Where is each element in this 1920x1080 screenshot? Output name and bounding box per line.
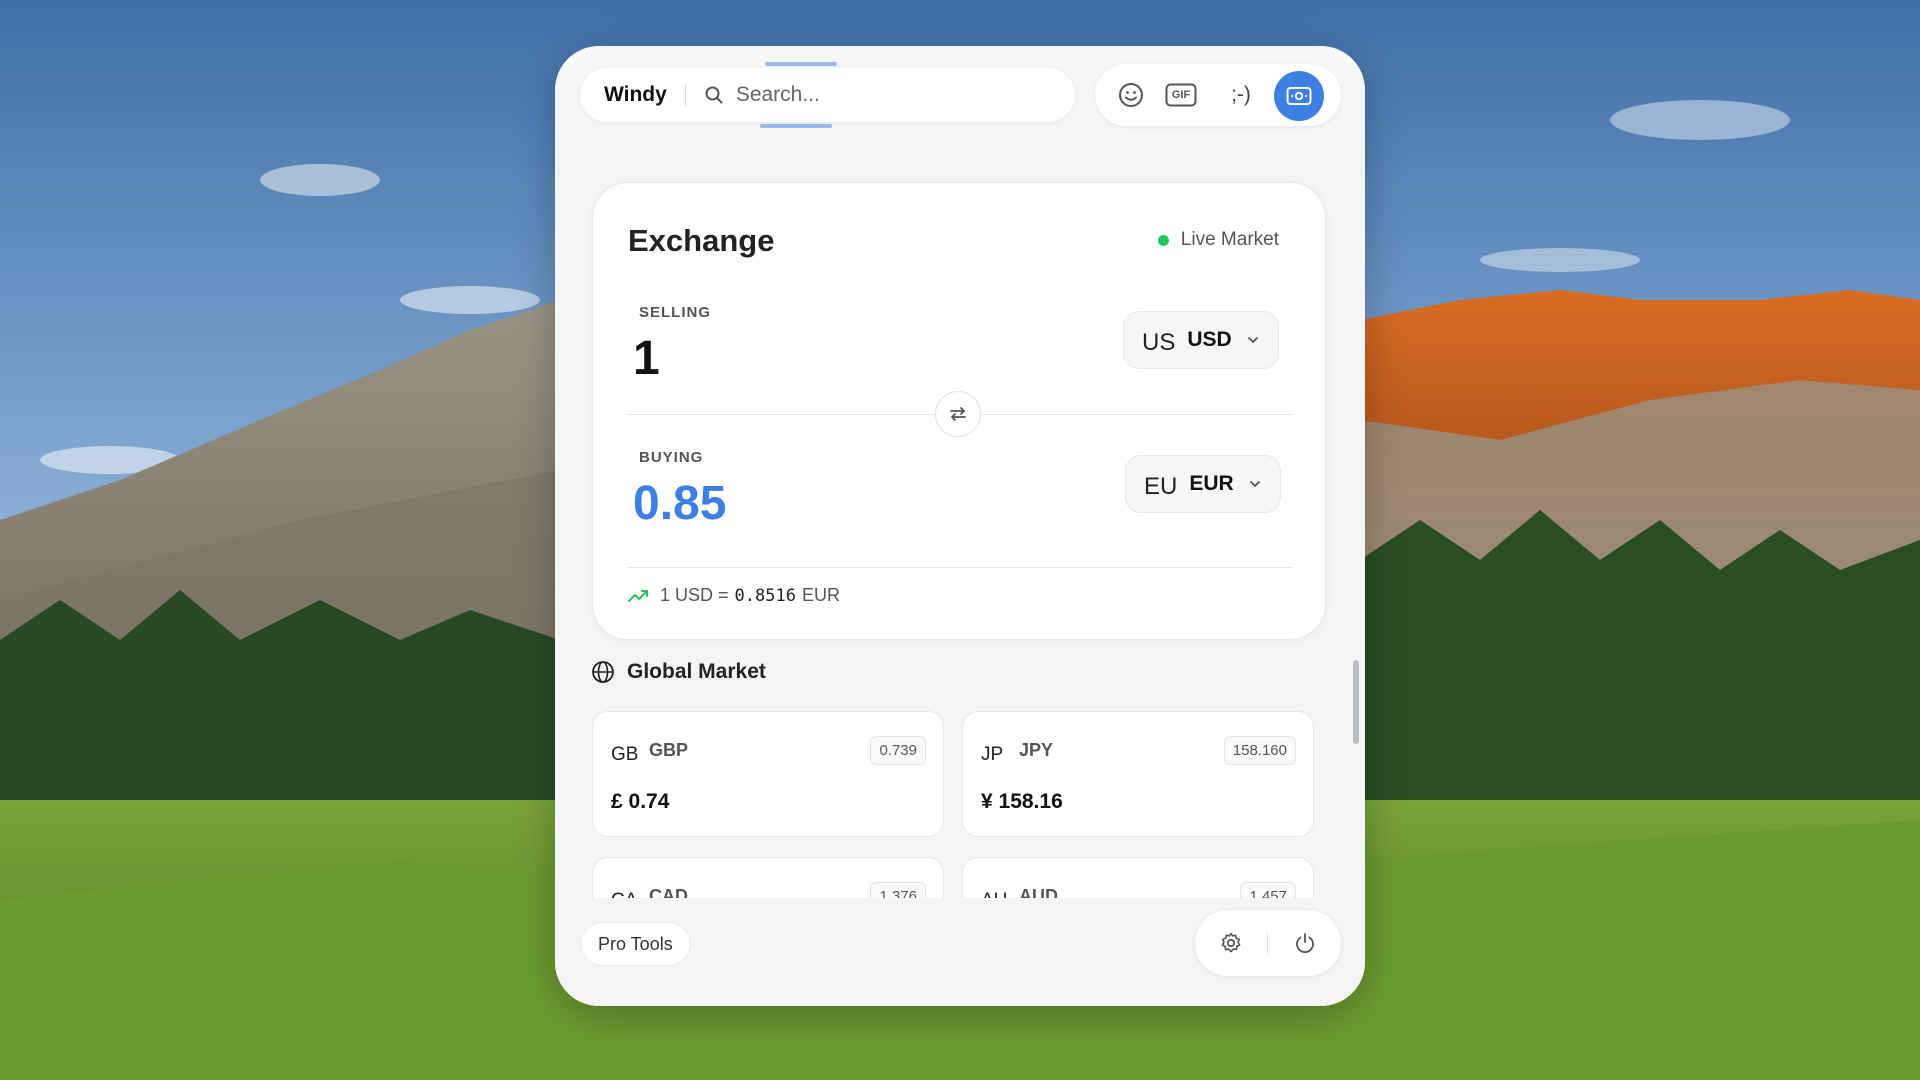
market-flag: JP (981, 744, 1004, 765)
market-value: ¥ 158.16 (981, 790, 1063, 813)
selling-amount[interactable]: 1 (633, 331, 660, 386)
selling-currency-select[interactable]: US USD (1123, 311, 1279, 369)
chevron-down-icon (1249, 481, 1260, 488)
buying-flag: EU (1144, 473, 1178, 500)
emoji-button[interactable] (1115, 79, 1147, 111)
windy-panel: Windy GIF ;-) Exchange (555, 46, 1365, 1006)
globe-icon (592, 661, 614, 683)
live-dot (1157, 234, 1169, 246)
market-rate: 158.160 (1223, 736, 1296, 765)
gear-icon (1221, 932, 1241, 953)
settings-button[interactable] (1219, 931, 1243, 955)
gif-label: GIF (1171, 89, 1191, 101)
exchange-card: Exchange Live Market SELLING 1 US USD BU… (592, 182, 1326, 640)
selling-flag: US (1142, 329, 1176, 356)
pro-tools-label: Pro Tools (598, 933, 673, 954)
search-input[interactable] (733, 82, 1068, 108)
market-flag: GB (611, 744, 639, 765)
currency-button[interactable] (1274, 71, 1324, 121)
active-indicator-bottom (760, 124, 832, 128)
rate-value: 0.8516 (734, 585, 796, 606)
top-bar: Windy GIF ;-) (555, 46, 1365, 146)
market-code: GBP (649, 740, 689, 760)
market-code: JPY (1019, 740, 1054, 760)
selling-label: SELLING (639, 304, 712, 321)
global-market-title: Global Market (627, 660, 766, 683)
market-code: CAD (649, 886, 688, 898)
market-flag: AU (981, 890, 1007, 898)
power-icon (1296, 933, 1314, 954)
emoji-icon (1119, 83, 1143, 107)
buying-label: BUYING (639, 449, 704, 466)
market-flag: CA (611, 890, 637, 898)
money-icon (1286, 87, 1312, 105)
market-rate: 1.376 (870, 882, 926, 898)
search-icon (704, 85, 724, 105)
market-code: AUD (1019, 886, 1058, 898)
market-card-gbp[interactable]: GB GBP 0.739 £ 0.74 (592, 711, 944, 837)
pro-tools-button[interactable]: Pro Tools (580, 922, 691, 966)
kaomoji-label: ;-) (1231, 83, 1251, 106)
footer-divider (1267, 932, 1268, 954)
global-market-header: Global Market (591, 660, 766, 684)
app-name: Windy (604, 83, 667, 106)
buying-amount: 0.85 (633, 477, 727, 530)
footer: Pro Tools (555, 898, 1365, 1006)
buying-currency-select[interactable]: EU EUR (1125, 455, 1281, 513)
live-status-label: Live Market (1180, 229, 1279, 250)
search-bar[interactable]: Windy (580, 62, 1075, 128)
kaomoji-button[interactable]: ;-) (1221, 79, 1261, 111)
tool-switcher: GIF ;-) (1095, 64, 1341, 126)
rate-divider (628, 567, 1292, 568)
gif-button[interactable]: GIF (1165, 79, 1197, 111)
chevron-down-icon (1247, 337, 1258, 344)
search-divider (684, 84, 686, 106)
market-card-aud[interactable]: AU AUD 1.457 (962, 857, 1314, 898)
live-status: Live Market (1157, 229, 1279, 251)
trend-up-icon (628, 589, 648, 602)
market-card-jpy[interactable]: JP JPY 158.160 ¥ 158.16 (962, 711, 1314, 837)
swap-button[interactable] (935, 391, 981, 437)
swap-icon (950, 407, 966, 421)
rate-suffix: EUR (801, 585, 840, 605)
buying-code: EUR (1189, 472, 1234, 495)
market-rate: 1.457 (1240, 882, 1296, 898)
rate-prefix: 1 USD = (660, 585, 729, 605)
scrollbar[interactable] (1353, 660, 1359, 744)
footer-actions (1195, 910, 1341, 976)
exchange-rate: 1 USD = 0.8516 EUR (628, 585, 840, 606)
selling-code: USD (1187, 328, 1232, 351)
power-button[interactable] (1293, 931, 1317, 955)
content-scroll[interactable]: Exchange Live Market SELLING 1 US USD BU… (555, 146, 1365, 898)
exchange-title: Exchange (628, 223, 775, 258)
market-rate: 0.739 (870, 736, 926, 765)
market-card-cad[interactable]: CA CAD 1.376 (592, 857, 944, 898)
active-indicator (765, 62, 837, 66)
market-value: £ 0.74 (611, 790, 670, 813)
